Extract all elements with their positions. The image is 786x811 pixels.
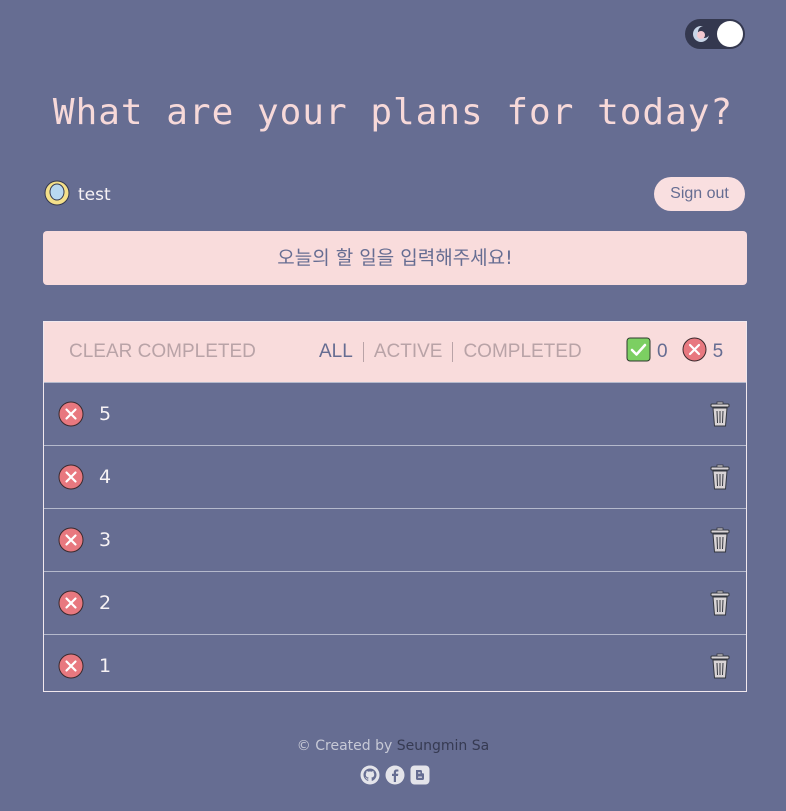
trash-icon[interactable]	[709, 527, 731, 557]
todo-text: 1	[99, 655, 112, 677]
page-title: What are your plans for today?	[52, 92, 734, 133]
footer-credit: © Created by Seungmin Sa	[0, 738, 786, 754]
check-icon	[626, 337, 651, 368]
moon-icon	[691, 24, 711, 48]
counters: 0 5	[626, 337, 723, 368]
todo-row: 1	[44, 634, 746, 697]
todo-panel: CLEAR COMPLETED ALL ACTIVE COMPLETED 0 5…	[43, 321, 747, 692]
incomplete-icon[interactable]	[58, 653, 84, 683]
facebook-icon[interactable]	[385, 765, 405, 789]
todo-text: 5	[99, 403, 112, 425]
trash-icon[interactable]	[709, 653, 731, 683]
user-info: test	[44, 180, 111, 210]
social-links	[360, 765, 430, 789]
theme-toggle[interactable]	[685, 19, 745, 49]
user-name: test	[78, 185, 111, 205]
trash-icon[interactable]	[709, 590, 731, 620]
footer-prefix: © Created by	[296, 738, 397, 754]
filter-completed[interactable]: COMPLETED	[453, 341, 591, 363]
completed-count: 0	[657, 341, 668, 362]
blogger-icon[interactable]	[410, 765, 430, 789]
incomplete-icon[interactable]	[58, 401, 84, 431]
incomplete-icon[interactable]	[58, 464, 84, 494]
filter-all[interactable]: ALL	[309, 341, 363, 363]
trash-icon[interactable]	[709, 401, 731, 431]
incomplete-icon[interactable]	[58, 527, 84, 557]
todo-row: 4	[44, 445, 746, 508]
todo-row: 2	[44, 571, 746, 634]
todo-text: 3	[99, 529, 112, 551]
active-count: 5	[712, 341, 724, 362]
todo-text: 2	[99, 592, 112, 614]
avatar-icon	[44, 180, 70, 210]
github-icon[interactable]	[360, 765, 380, 789]
toolbar: CLEAR COMPLETED ALL ACTIVE COMPLETED 0 5	[44, 322, 746, 382]
sign-out-button[interactable]: Sign out	[654, 177, 745, 211]
close-circle-icon	[682, 337, 707, 368]
filter-active[interactable]: ACTIVE	[364, 341, 453, 363]
filter-tabs: ALL ACTIVE COMPLETED	[309, 341, 592, 363]
todo-row: 5	[44, 382, 746, 445]
todo-input[interactable]	[43, 231, 747, 285]
toggle-knob	[717, 21, 743, 47]
todo-text: 4	[99, 466, 112, 488]
trash-icon[interactable]	[709, 464, 731, 494]
incomplete-icon[interactable]	[58, 590, 84, 620]
todo-row: 3	[44, 508, 746, 571]
clear-completed-button[interactable]: CLEAR COMPLETED	[69, 341, 256, 363]
author-link[interactable]: Seungmin Sa	[397, 738, 489, 754]
